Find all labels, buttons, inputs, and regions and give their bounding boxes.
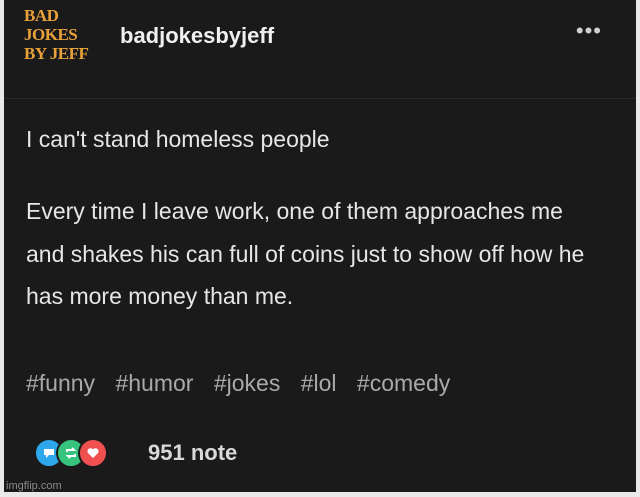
more-options-icon[interactable]: ••• bbox=[576, 20, 602, 42]
blog-username[interactable]: badjokesbyjeff bbox=[120, 23, 274, 49]
post-card: BAD JOKES BY JEFF badjokesbyjeff ••• I c… bbox=[4, 0, 636, 492]
post-body: Every time I leave work, one of them app… bbox=[26, 198, 585, 309]
tag-comedy[interactable]: #comedy bbox=[357, 370, 450, 396]
watermark: imgflip.com bbox=[6, 480, 62, 492]
heart-icon bbox=[78, 438, 108, 468]
tag-funny[interactable]: #funny bbox=[26, 370, 95, 396]
post-title: I can't stand homeless people bbox=[26, 126, 330, 152]
tag-lol[interactable]: #lol bbox=[301, 370, 337, 396]
logo-line: BY JEFF bbox=[24, 44, 89, 63]
logo-line: JOKES bbox=[24, 25, 78, 44]
note-count[interactable]: 951 note bbox=[148, 440, 237, 466]
tag-humor[interactable]: #humor bbox=[115, 370, 193, 396]
tag-jokes[interactable]: #jokes bbox=[214, 370, 280, 396]
logo-line: BAD bbox=[24, 6, 59, 25]
tag-list: #funny #humor #jokes #lol #comedy bbox=[26, 370, 464, 397]
post-header: BAD JOKES BY JEFF badjokesbyjeff ••• bbox=[4, 0, 636, 99]
blog-avatar-logo[interactable]: BAD JOKES BY JEFF bbox=[24, 6, 104, 63]
